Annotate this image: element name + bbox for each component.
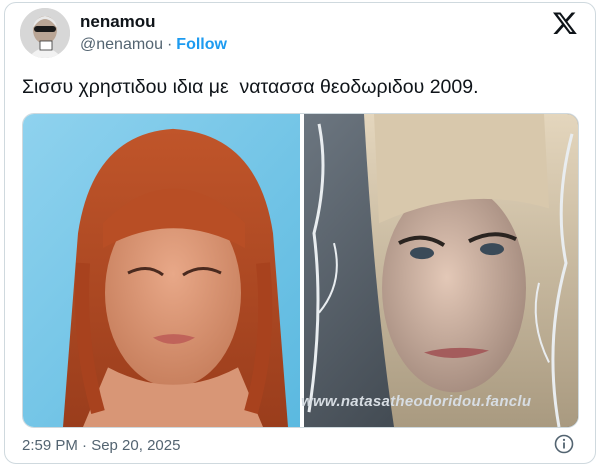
author-meta: @nenamou · Follow bbox=[80, 36, 227, 54]
tweet-timestamp[interactable]: 2:59 PM · Sep 20, 2025 bbox=[22, 437, 180, 454]
red-haired-woman-photo bbox=[23, 114, 300, 427]
avatar[interactable] bbox=[20, 8, 70, 58]
blonde-woman-photo bbox=[304, 114, 578, 427]
info-icon[interactable] bbox=[554, 434, 574, 454]
tweet-text: Σισσυ χρηστιδου ιδια με νατασσα θεοδωριδ… bbox=[22, 76, 479, 98]
author-name[interactable]: nenamou bbox=[80, 12, 156, 32]
media-watermark: www.natasatheodoridou.fanclu bbox=[301, 393, 532, 410]
meta-separator: · bbox=[166, 36, 173, 53]
tweet-media[interactable] bbox=[22, 113, 579, 428]
x-logo-icon[interactable] bbox=[552, 10, 578, 36]
author-handle[interactable]: @nenamou bbox=[80, 36, 163, 53]
follow-button[interactable]: Follow bbox=[176, 36, 227, 53]
profile-avatar-icon bbox=[20, 8, 70, 58]
